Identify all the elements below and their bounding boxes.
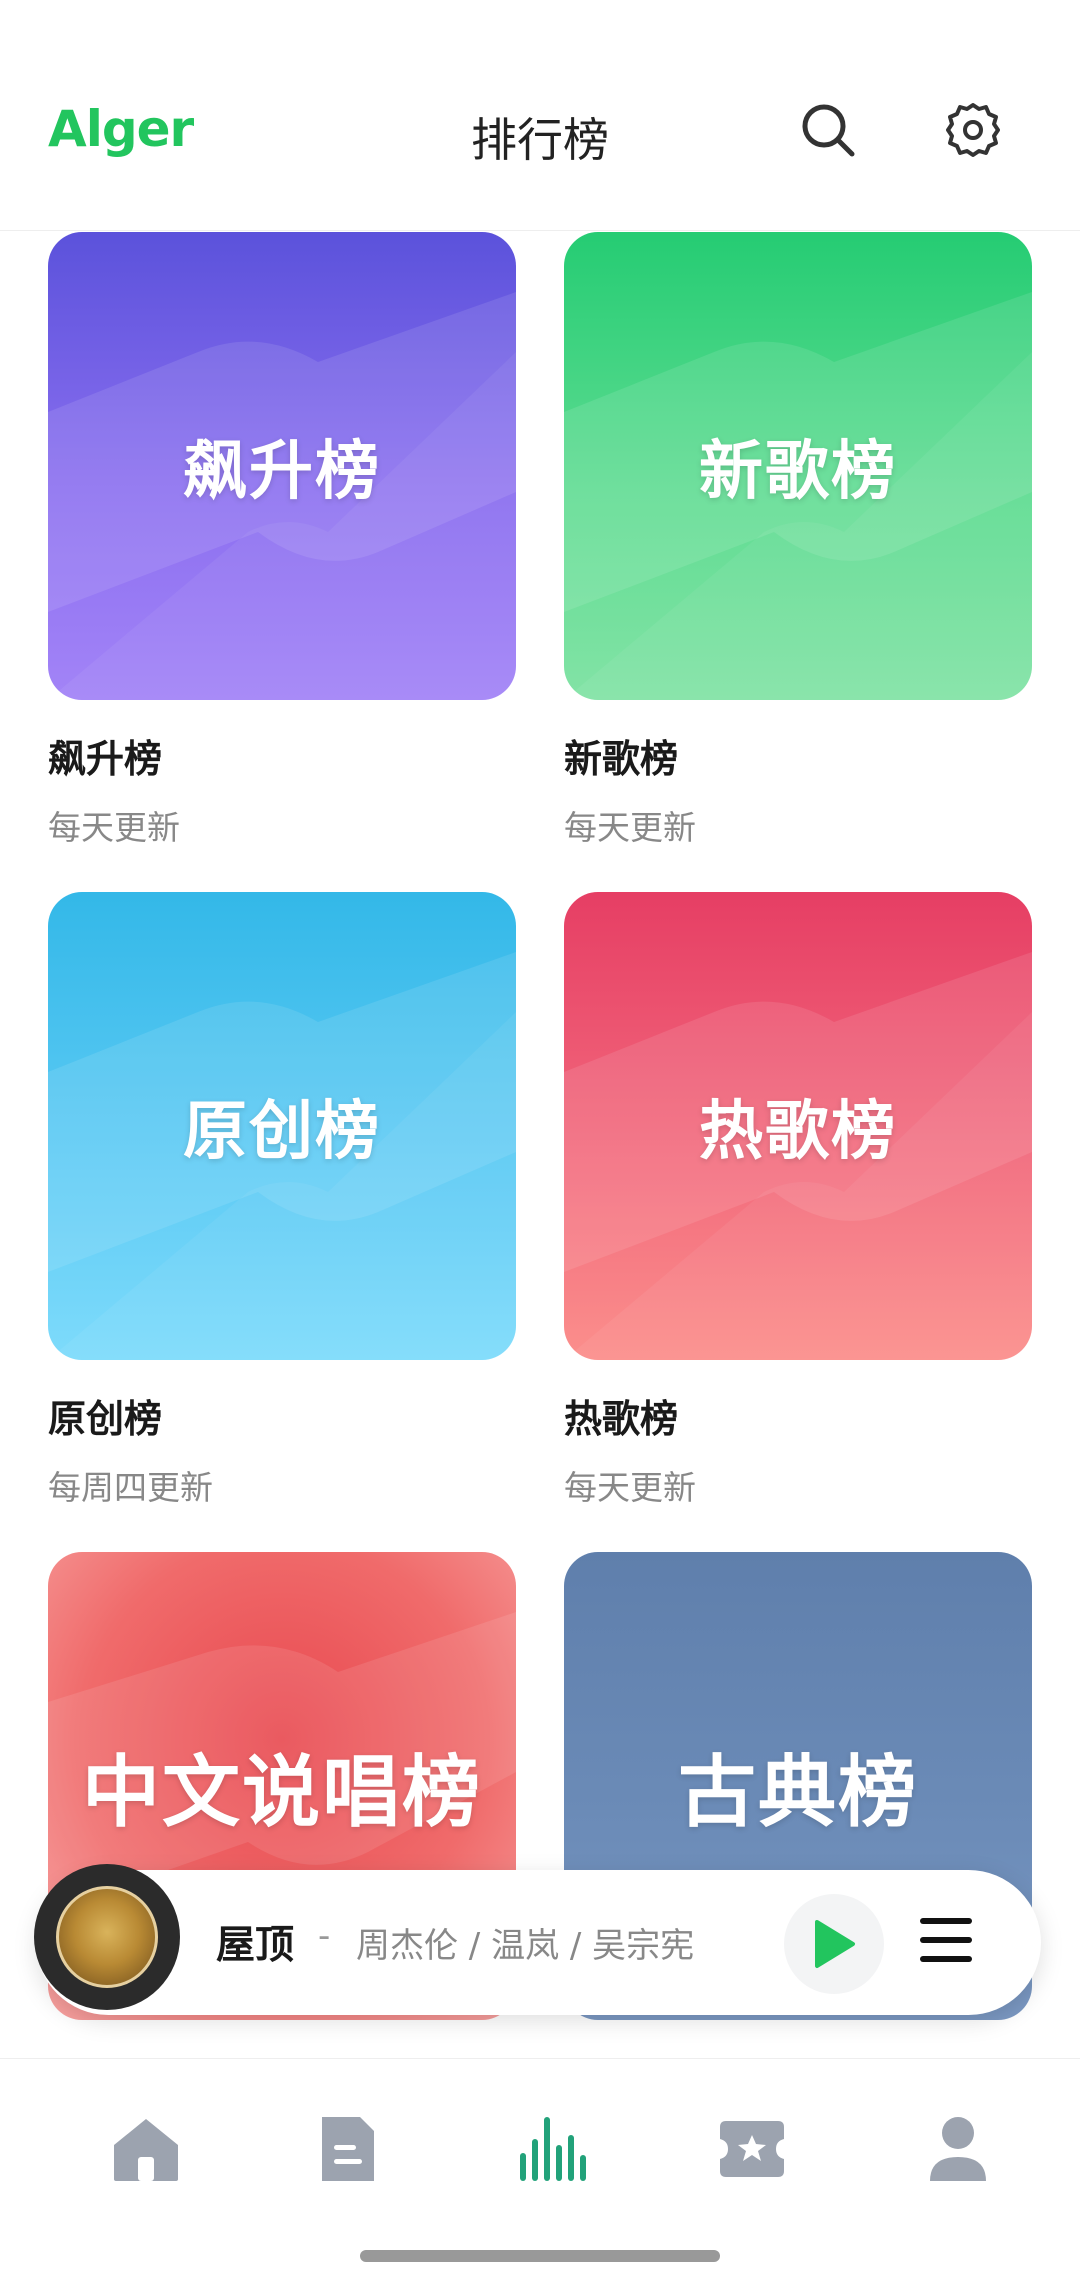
tab-profile[interactable] <box>918 2109 998 2189</box>
app-header: Alger 排行榜 <box>0 0 1080 231</box>
chart-cover-title: 飙升榜 <box>183 435 381 509</box>
document-icon <box>322 2117 374 2181</box>
chart-name: 原创榜 <box>48 1397 163 1441</box>
chart-cover-title: 新歌榜 <box>699 435 897 509</box>
chart-card-hot-songs[interactable]: 热歌榜 热歌榜 每天更新 <box>564 892 1032 1509</box>
user-icon <box>930 2117 986 2181</box>
mini-player[interactable]: 屋顶 - 周杰伦 / 温岚 / 吴宗宪 <box>34 1864 1041 2015</box>
chart-update-frequency: 每周四更新 <box>48 1468 213 1507</box>
album-disc-icon[interactable] <box>34 1864 180 2010</box>
home-icon <box>114 2119 178 2181</box>
chart-update-frequency: 每天更新 <box>564 1468 696 1507</box>
chart-cover[interactable]: 原创榜 <box>48 892 516 1360</box>
chart-cover[interactable]: 热歌榜 <box>564 892 1032 1360</box>
album-art <box>56 1886 158 1988</box>
chart-cover-title: 中文说唱榜 <box>81 1748 482 1838</box>
search-icon[interactable] <box>798 100 858 160</box>
app-brand-logo[interactable]: Alger <box>48 100 194 158</box>
chart-card-original[interactable]: 原创榜 原创榜 每周四更新 <box>48 892 516 1509</box>
chart-cover[interactable]: 飙升榜 <box>48 232 516 700</box>
tab-home[interactable] <box>106 2109 186 2189</box>
chart-name: 热歌榜 <box>564 1397 679 1441</box>
chart-update-frequency: 每天更新 <box>48 808 180 847</box>
settings-gear-icon[interactable] <box>943 100 1003 160</box>
chart-cover[interactable]: 新歌榜 <box>564 232 1032 700</box>
chart-cover-title: 古典榜 <box>677 1748 918 1838</box>
ticket-star-icon <box>720 2121 784 2177</box>
chart-cover-title: 热歌榜 <box>699 1095 897 1169</box>
now-playing-title: 屋顶 <box>216 1923 295 1968</box>
chart-cover-title: 原创榜 <box>183 1095 381 1169</box>
playlist-menu-icon[interactable] <box>916 1910 976 1970</box>
now-playing-artist: 周杰伦 / 温岚 / 吴宗宪 <box>356 1926 695 1966</box>
chart-name: 新歌榜 <box>564 737 679 781</box>
chart-bars-icon <box>520 2117 586 2181</box>
chart-card-soaring[interactable]: 飙升榜 飙升榜 每天更新 <box>48 232 516 849</box>
chart-update-frequency: 每天更新 <box>564 808 696 847</box>
title-artist-separator: - <box>318 1916 331 1956</box>
play-icon <box>815 1920 855 1968</box>
home-indicator <box>360 2250 720 2262</box>
chart-card-new-songs[interactable]: 新歌榜 新歌榜 每天更新 <box>564 232 1032 849</box>
tab-charts[interactable] <box>510 2109 590 2189</box>
chart-name: 飙升榜 <box>48 737 163 781</box>
tab-documents[interactable] <box>308 2109 388 2189</box>
play-button[interactable] <box>784 1894 884 1994</box>
tab-favorites[interactable] <box>712 2109 792 2189</box>
